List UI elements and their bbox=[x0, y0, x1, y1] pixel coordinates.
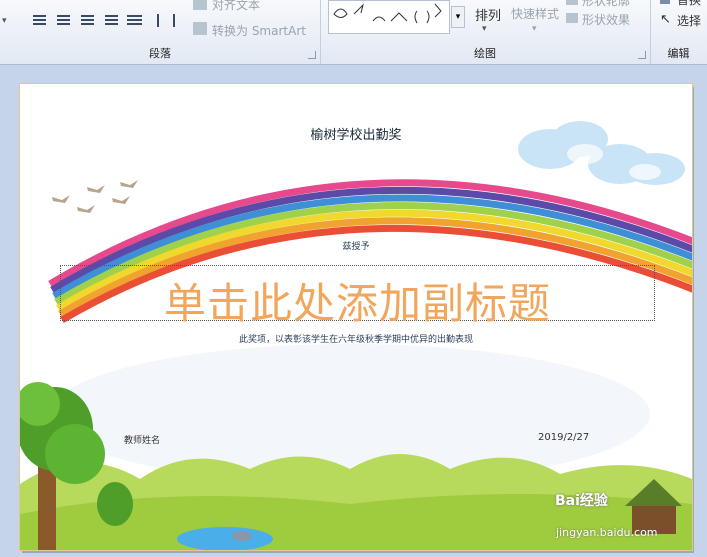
justify-icon[interactable] bbox=[105, 15, 118, 26]
paragraph-group: 对齐文本 转换为 SmartArt ▾ 段落 bbox=[0, 0, 321, 64]
dropdown-arrow-icon[interactable]: ▾ bbox=[2, 16, 7, 26]
arrange-button[interactable]: 排列 bbox=[475, 5, 501, 24]
slide-canvas[interactable]: 榆树学校出勤奖 兹授予 单击此处添加副标题 此奖项，以表彰该学生在六年级秋季学期… bbox=[19, 83, 693, 551]
smartart-icon[interactable] bbox=[193, 22, 207, 35]
drawing-group: ▾ 排列 ▾ 快速样式 ▾ 形状轮廓 形状效果 绘图 bbox=[320, 0, 651, 64]
presented-to-label[interactable]: 兹授予 bbox=[20, 239, 692, 252]
editing-group-label: 编辑 bbox=[667, 47, 690, 60]
columns-icon[interactable] bbox=[157, 14, 175, 27]
soft-cloud-bg bbox=[50, 344, 650, 484]
baidu-watermark: Bai经验 bbox=[555, 493, 608, 509]
award-description[interactable]: 此奖项，以表彰该学生在六年级秋季学期中优异的出勤表现 bbox=[20, 332, 692, 345]
pond-icon bbox=[177, 527, 273, 550]
date-field[interactable]: 2019/2/27 bbox=[538, 432, 589, 443]
convert-smartart-button[interactable]: 转换为 SmartArt bbox=[212, 22, 306, 39]
quick-styles-dropdown-icon[interactable]: ▾ bbox=[532, 24, 537, 34]
align-left-icon[interactable] bbox=[33, 15, 46, 26]
align-right-icon[interactable] bbox=[81, 15, 94, 26]
select-button[interactable]: 选择 bbox=[677, 12, 701, 29]
shape-effects-button[interactable]: 形状效果 bbox=[582, 11, 630, 28]
align-text-button[interactable]: 对齐文本 bbox=[212, 0, 260, 13]
replace-button[interactable]: 替换 bbox=[677, 0, 701, 8]
align-center-icon[interactable] bbox=[57, 15, 70, 26]
arrange-dropdown-icon[interactable]: ▾ bbox=[482, 24, 487, 34]
replace-icon[interactable] bbox=[660, 0, 670, 4]
distributed-icon[interactable] bbox=[127, 15, 142, 26]
paragraph-group-label: 段落 bbox=[149, 47, 171, 60]
birds-icon bbox=[52, 180, 138, 213]
shapes-gallery-icons bbox=[333, 3, 442, 24]
quick-styles-button[interactable]: 快速样式 bbox=[511, 5, 559, 22]
teacher-name-field[interactable]: 教师姓名 bbox=[124, 433, 160, 446]
align-text-icon[interactable] bbox=[193, 0, 207, 10]
shapes-gallery[interactable] bbox=[328, 0, 450, 34]
shape-outline-icon[interactable] bbox=[566, 0, 578, 5]
subtitle-placeholder-text[interactable]: 单击此处添加副标题 bbox=[61, 270, 654, 331]
ribbon: 对齐文本 转换为 SmartArt ▾ 段落 ▾ 排列 ▾ 快速样式 ▾ 形状轮… bbox=[0, 0, 707, 65]
shapes-more-button[interactable]: ▾ bbox=[451, 6, 465, 28]
baidu-watermark-url: jingyan.baidu.com bbox=[556, 526, 658, 539]
subtitle-placeholder-box[interactable]: 单击此处添加副标题 bbox=[60, 265, 655, 328]
paragraph-dialog-launcher[interactable] bbox=[308, 51, 316, 59]
drawing-group-label: 绘图 bbox=[474, 47, 496, 60]
shape-outline-button[interactable]: 形状轮廓 bbox=[582, 0, 630, 9]
slide-title[interactable]: 榆树学校出勤奖 bbox=[20, 124, 692, 143]
select-cursor-icon[interactable]: ↖ bbox=[660, 12, 671, 27]
drawing-dialog-launcher[interactable] bbox=[638, 51, 646, 59]
shape-effects-icon[interactable] bbox=[566, 13, 578, 23]
editing-group: 替换 ↖ 选择 编辑 bbox=[650, 0, 707, 64]
